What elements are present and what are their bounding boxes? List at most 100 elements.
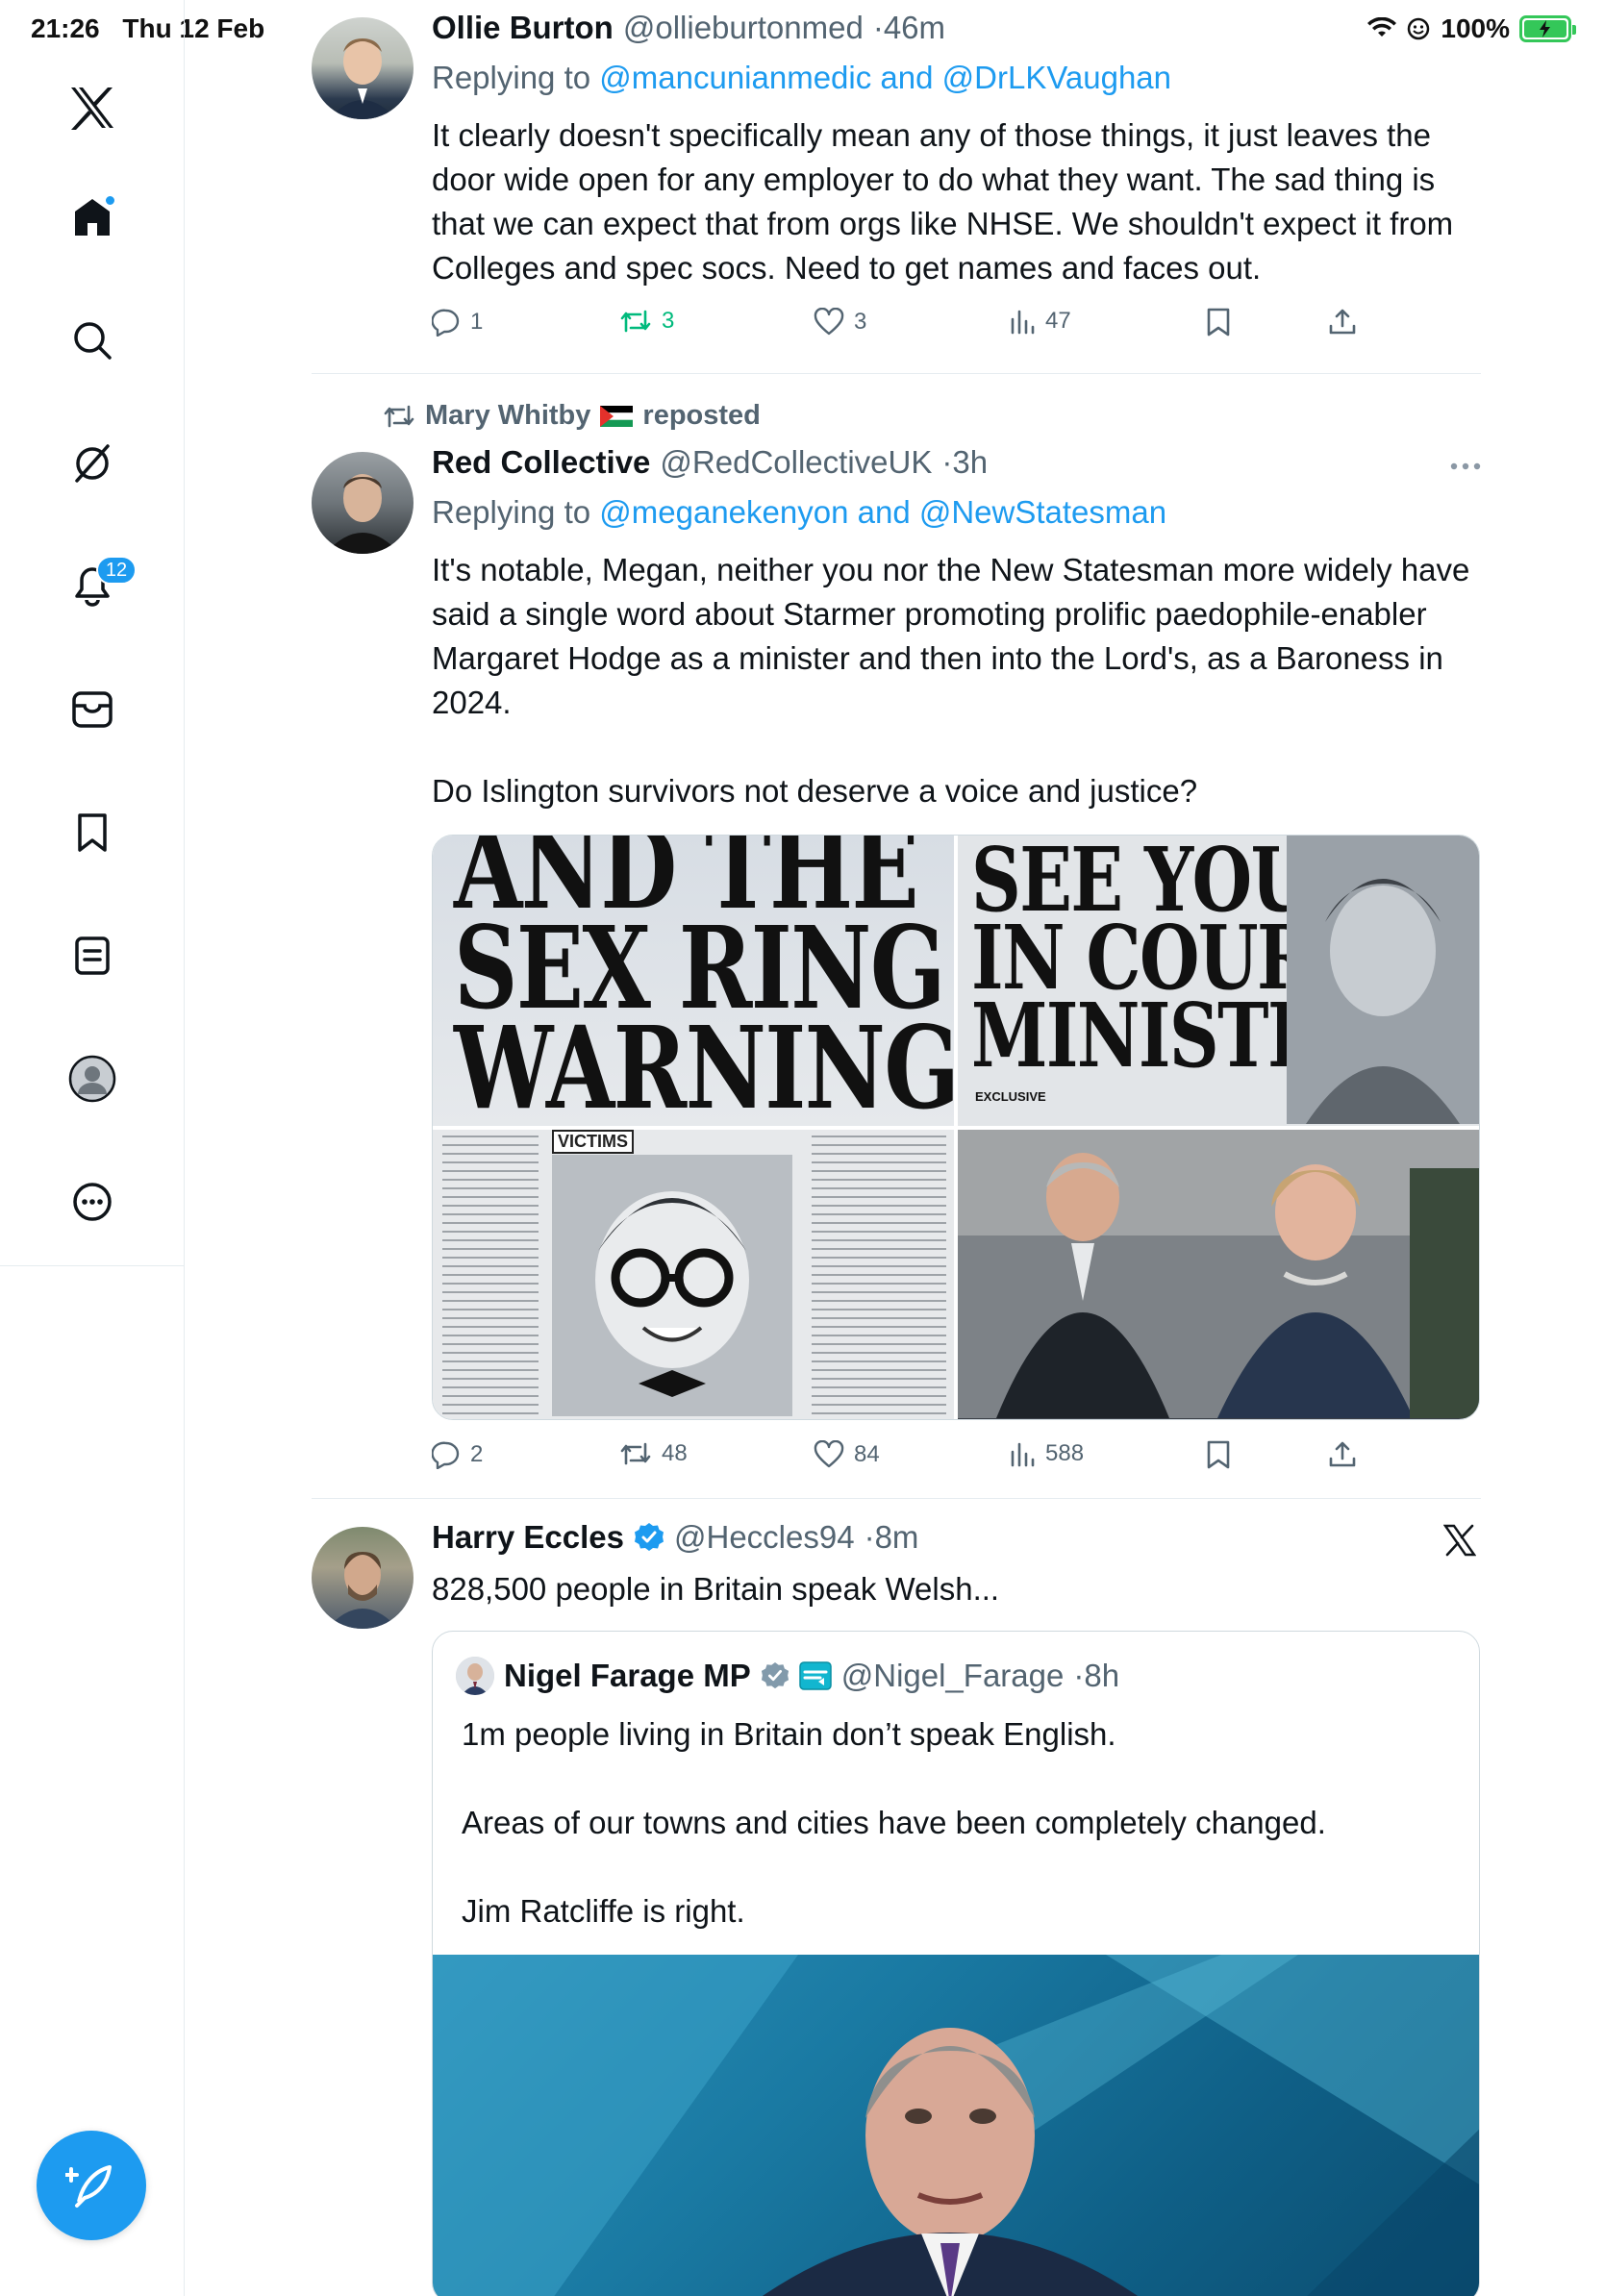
views-button[interactable]: 47 [1009,308,1071,335]
reply-count: 1 [470,309,484,335]
bookmark-button[interactable] [1206,308,1231,337]
views-icon [1011,310,1035,335]
display-name[interactable]: Red Collective [432,444,650,481]
handle[interactable]: @ollieburtonmed [623,10,864,46]
repost-button[interactable]: 48 [619,1440,688,1467]
compose-post-button[interactable] [37,2131,146,2240]
reposted-label: reposted [642,400,761,431]
compose-feather-icon [65,2165,112,2208]
separator-dot: · [941,444,953,480]
media-column-text [442,1135,539,1414]
media-newspaper-see-you-in-court[interactable]: SEE YOU IN COURT MINISTER EXCLUSIVE [958,836,1479,1126]
quoted-display-name[interactable]: Nigel Farage MP [504,1658,751,1694]
quoted-time[interactable]: 8h [1084,1658,1119,1694]
media-newspaper-sex-ring-warning[interactable]: AND THE SEX RING WARNING [433,836,954,1126]
tweet-header: Red Collective @RedCollectiveUK · 3h [432,444,988,481]
media-column-text-right [812,1135,946,1414]
sidebar: 12 [0,0,185,2296]
tweet-time[interactable]: 46m [884,10,945,46]
views-count: 47 [1045,308,1071,334]
search-icon[interactable] [63,312,121,369]
tweet-text: It clearly doesn't specifically mean any… [432,117,1463,286]
like-count: 84 [854,1441,880,1467]
reply-icon [432,309,460,337]
lists-icon[interactable] [63,927,121,985]
avatar[interactable] [312,1527,414,1629]
media-headline-1: AND THE SEX RING WARNING [454,836,954,1126]
separator-dot: · [1073,1658,1085,1693]
x-logo-icon[interactable] [63,79,121,137]
home-icon[interactable] [63,188,121,246]
views-button[interactable]: 588 [1009,1440,1084,1467]
tweet-time[interactable]: 8m [875,1519,919,1556]
share-button[interactable] [1328,308,1357,337]
grok-icon[interactable] [63,435,121,492]
handle[interactable]: @RedCollectiveUK [660,444,932,481]
profile-avatar-icon[interactable] [63,1050,121,1108]
replying-to: Replying to @meganekenyon and @NewStates… [432,494,1166,531]
repost-count: 48 [662,1440,688,1466]
tweet-divider [312,1498,1481,1499]
tweet-time[interactable]: 3h [952,444,988,481]
display-name[interactable]: Ollie Burton [432,10,614,46]
share-icon [1329,309,1356,335]
display-name[interactable]: Harry Eccles [432,1519,624,1556]
like-count: 3 [854,309,867,335]
heart-icon [814,1440,844,1468]
quoted-handle[interactable]: @Nigel_Farage [841,1658,1065,1694]
quoted-avatar[interactable] [456,1657,494,1695]
quoted-tweet-header: Nigel Farage MP @Nigel_Farage · 8h [456,1657,1119,1695]
quoted-tweet-media[interactable] [433,1955,1479,2296]
messages-icon[interactable] [63,681,121,738]
media-exclusive-caption: EXCLUSIVE [975,1089,1046,1104]
repost-icon [620,310,651,333]
replying-to-targets[interactable]: @mancunianmedic and @DrLKVaughan [599,60,1171,95]
quoted-tweet[interactable]: Nigel Farage MP @Nigel_Farage · 8h 1m pe… [432,1631,1480,2296]
repost-small-icon [384,405,414,427]
reply-button[interactable]: 1 [432,308,483,337]
views-icon [1011,1442,1035,1467]
heart-icon [814,308,844,336]
notifications-icon[interactable]: 12 [63,556,137,615]
more-options-button[interactable] [1446,452,1485,481]
repost-indicator: Mary Whitby reposted [383,400,761,432]
media-newspaper-victims[interactable]: VICTIMS [433,1129,954,1419]
repost-icon [620,1442,651,1465]
palestine-flag-icon [600,405,634,427]
reposted-by-name[interactable]: Mary Whitby [425,400,590,432]
party-affiliation-icon [798,1661,832,1690]
quoted-tweet-text: 1m people living in Britain don’t speak … [462,1716,1326,1929]
bookmark-button[interactable] [1206,1440,1231,1469]
gray-verified-badge-icon [761,1661,789,1689]
replying-to-targets[interactable]: @meganekenyon and @NewStatesman [599,494,1166,530]
avatar[interactable] [312,452,414,554]
minister-photo [1287,836,1479,1124]
x-grok-icon-button[interactable] [1441,1521,1479,1560]
handle[interactable]: @Heccles94 [674,1519,855,1556]
like-button[interactable]: 84 [814,1440,880,1469]
separator-dot: · [864,1519,875,1555]
more-horizontal-icon [1450,462,1481,470]
repost-button[interactable]: 3 [619,308,674,335]
timeline: Ollie Burton @ollieburtonmed · 46m Reply… [185,0,1604,2296]
more-icon[interactable] [63,1173,121,1231]
bookmark-icon [1207,1440,1230,1469]
tweet-media-grid[interactable]: AND THE SEX RING WARNING SEE YOU IN COUR… [432,835,1480,1420]
repost-count: 3 [662,308,675,334]
home-unread-dot [104,194,116,207]
media-child-photo [552,1154,792,1416]
reply-button[interactable]: 2 [432,1440,483,1469]
avatar[interactable] [312,17,414,119]
bookmarks-icon[interactable] [63,804,121,861]
verified-badge-icon [634,1523,664,1551]
tweet-header: Ollie Burton @ollieburtonmed · 46m [432,10,945,46]
replying-to: Replying to @mancunianmedic and @DrLKVau… [432,60,1171,96]
replying-to-prefix: Replying to [432,494,591,530]
reply-count: 2 [470,1441,484,1467]
reply-icon [432,1441,460,1469]
tweet-actions: 2 48 84 588 [432,1440,1393,1479]
like-button[interactable]: 3 [814,308,866,337]
share-button[interactable] [1328,1440,1357,1469]
media-photo-starmer-hodge[interactable] [958,1129,1479,1419]
views-count: 588 [1045,1440,1085,1466]
